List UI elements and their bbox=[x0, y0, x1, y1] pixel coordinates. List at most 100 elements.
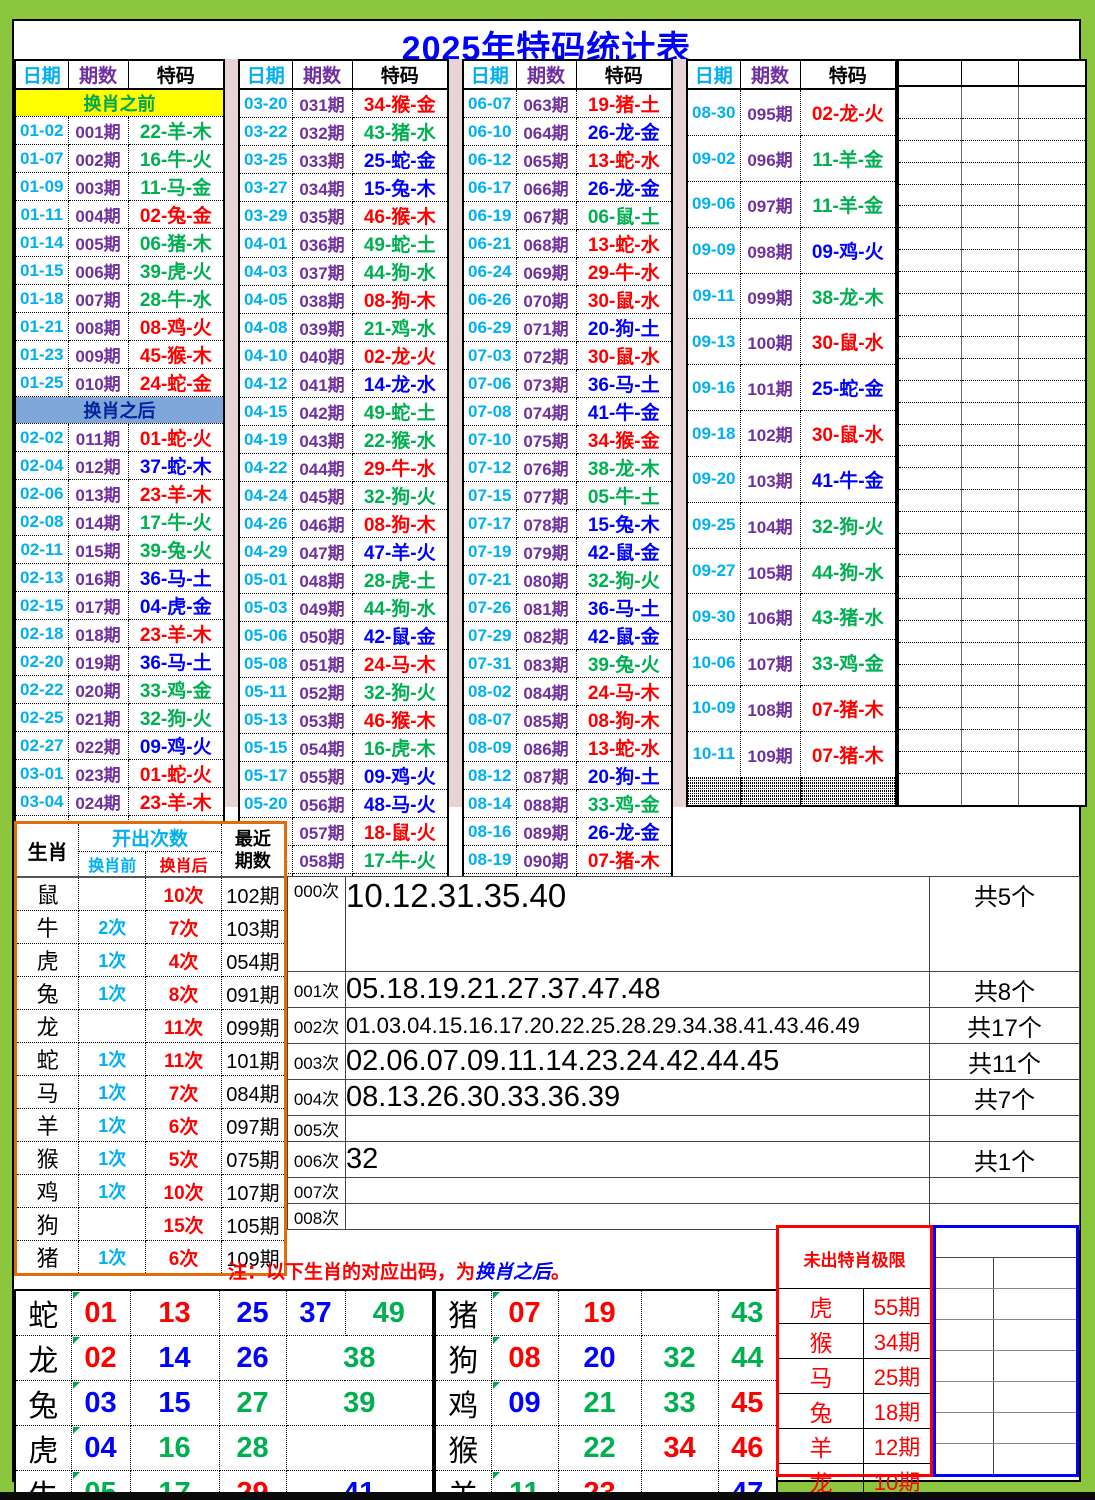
group-separator bbox=[225, 59, 238, 807]
mapped-number: 08 bbox=[491, 1336, 558, 1381]
empty-row bbox=[898, 359, 1086, 381]
draw-period: 069期 bbox=[516, 258, 576, 286]
empty-cell bbox=[936, 1258, 994, 1288]
draw-code: 39-兔-火 bbox=[128, 536, 224, 564]
mapping-row: 龙02142638 bbox=[15, 1336, 433, 1381]
zodiac-name: 猪 bbox=[435, 1290, 491, 1336]
draw-period: 019期 bbox=[68, 648, 128, 676]
draw-date: 10-06 bbox=[687, 640, 740, 686]
draw-row: 07-31083期39-兔-火 bbox=[463, 650, 672, 678]
draw-code: 32-狗-火 bbox=[128, 704, 224, 732]
draw-period: 109期 bbox=[740, 731, 800, 777]
count-after: 10次 bbox=[146, 877, 221, 911]
draw-code: 26-龙-金 bbox=[576, 118, 672, 146]
draw-date: 06-24 bbox=[463, 258, 516, 286]
draw-code: 02-兔-金 bbox=[128, 201, 224, 229]
limit-row: 龙10期 bbox=[779, 1464, 930, 1498]
draw-date: 06-26 bbox=[463, 286, 516, 314]
draw-code: 42-鼠-金 bbox=[576, 538, 672, 566]
draw-code: 29-牛-水 bbox=[576, 258, 672, 286]
draw-period: 105期 bbox=[740, 548, 800, 594]
empty-cell bbox=[1018, 642, 1086, 664]
empty-cell bbox=[1018, 555, 1086, 577]
draw-date: 03-25 bbox=[239, 146, 292, 174]
draw-code: 26-龙-金 bbox=[576, 818, 672, 846]
draw-code: 23-羊-木 bbox=[128, 480, 224, 508]
empty-grid-row bbox=[936, 1413, 1076, 1444]
mapped-number: 14 bbox=[130, 1336, 219, 1381]
empty-row bbox=[898, 751, 1086, 773]
draw-period: 004期 bbox=[68, 201, 128, 229]
draw-date: 02-04 bbox=[15, 452, 68, 480]
draw-period: 034期 bbox=[292, 174, 352, 202]
code-column-header: 特码 bbox=[128, 60, 224, 89]
draw-period: 104期 bbox=[740, 502, 800, 548]
draw-period: 041期 bbox=[292, 370, 352, 398]
draw-code: 24-马-木 bbox=[352, 650, 448, 678]
stats-row: 马1次7次084期 bbox=[16, 1076, 286, 1109]
draw-row: 02-15017期04-虎-金 bbox=[15, 592, 224, 620]
count-after: 10次 bbox=[146, 1175, 221, 1208]
draw-period: 072期 bbox=[516, 342, 576, 370]
draw-row: 02-13016期36-马-土 bbox=[15, 564, 224, 592]
draw-row: 03-04024期23-羊-木 bbox=[15, 788, 224, 816]
frequency-numbers: 10.12.31.35.40 bbox=[346, 877, 930, 972]
draw-period: 107期 bbox=[740, 640, 800, 686]
before-header: 换肖前 bbox=[79, 852, 146, 878]
frequency-numbers bbox=[346, 1178, 930, 1204]
empty-cell bbox=[898, 446, 961, 468]
empty-row bbox=[898, 424, 1086, 446]
empty-cell bbox=[936, 1444, 994, 1474]
draw-date: 01-15 bbox=[15, 257, 68, 285]
zodiac-name: 马 bbox=[16, 1076, 79, 1109]
draw-code: 49-蛇-土 bbox=[352, 230, 448, 258]
mapped-number: 09 bbox=[491, 1381, 558, 1426]
empty-cell bbox=[994, 1258, 1076, 1288]
empty-row bbox=[898, 315, 1086, 337]
draw-date: 05-08 bbox=[239, 650, 292, 678]
draw-code: 39-虎-火 bbox=[128, 257, 224, 285]
empty-row bbox=[898, 533, 1086, 555]
draw-code: 32-狗-火 bbox=[352, 678, 448, 706]
draw-code: 08-狗-木 bbox=[352, 510, 448, 538]
empty-row bbox=[898, 380, 1086, 402]
draw-row: 02-27022期09-鸡-火 bbox=[15, 732, 224, 760]
zodiac-name: 羊 bbox=[435, 1471, 491, 1500]
draw-period: 031期 bbox=[292, 89, 352, 118]
draw-date: 08-16 bbox=[463, 818, 516, 846]
draw-period: 033期 bbox=[292, 146, 352, 174]
empty-cell bbox=[898, 228, 961, 250]
draw-date: 09-25 bbox=[687, 502, 740, 548]
empty-header-cell bbox=[1018, 60, 1086, 86]
draw-code: 32-狗-火 bbox=[800, 502, 896, 548]
draw-code: 02-龙-火 bbox=[800, 89, 896, 136]
draw-row: 06-12065期13-蛇-水 bbox=[463, 146, 672, 174]
empty-cell bbox=[898, 337, 961, 359]
draw-code: 32-狗-火 bbox=[352, 482, 448, 510]
empty-cell bbox=[898, 511, 961, 533]
draw-row: 05-15054期16-虎-木 bbox=[239, 734, 448, 762]
draw-date: 07-26 bbox=[463, 594, 516, 622]
empty-row bbox=[898, 490, 1086, 512]
limit-row: 羊12期 bbox=[779, 1429, 930, 1464]
empty-cell bbox=[1018, 424, 1086, 446]
mapped-number: 33 bbox=[641, 1381, 718, 1426]
stats-row: 狗15次105期 bbox=[16, 1208, 286, 1241]
draw-row: 04-22044期29-牛-水 bbox=[239, 454, 448, 482]
zodiac-name: 兔 bbox=[15, 1381, 71, 1426]
zodiac-name: 蛇 bbox=[16, 1043, 79, 1076]
frequency-label: 004次 bbox=[288, 1080, 346, 1116]
draw-date: 01-14 bbox=[15, 229, 68, 257]
code-column-header: 特码 bbox=[352, 60, 448, 89]
draw-code: 11-羊-金 bbox=[800, 136, 896, 182]
empty-cell bbox=[898, 206, 961, 228]
draw-code: 07-猪-木 bbox=[800, 686, 896, 732]
draw-date: 03-20 bbox=[239, 89, 292, 118]
draw-period: 021期 bbox=[68, 704, 128, 732]
limit-row: 兔18期 bbox=[779, 1394, 930, 1429]
draw-code: 15-兔-木 bbox=[352, 174, 448, 202]
empty-blue-box-top-cell bbox=[936, 1228, 1076, 1258]
mapped-number: 28 bbox=[219, 1426, 286, 1471]
draw-period: 012期 bbox=[68, 452, 128, 480]
draw-date: 04-10 bbox=[239, 342, 292, 370]
